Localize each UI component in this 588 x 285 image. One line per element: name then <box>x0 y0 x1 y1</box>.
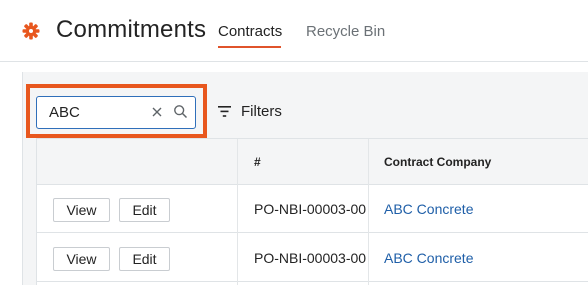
page-header: Commitments Contracts Recycle Bin <box>0 0 588 62</box>
view-button[interactable]: View <box>53 198 110 222</box>
column-header-contract-company[interactable]: Contract Company <box>384 155 491 169</box>
tab-recycle-bin[interactable]: Recycle Bin <box>306 23 385 40</box>
table-row: View Edit PO-NBI-00003-00 ABC Concrete <box>37 185 588 233</box>
active-tab-indicator <box>218 46 281 48</box>
table-row: View Edit PO-NBI-00003-00 ABC Concrete <box>37 234 588 282</box>
column-divider <box>237 139 238 285</box>
contract-company-link[interactable]: ABC Concrete <box>384 201 473 217</box>
edit-button[interactable]: Edit <box>119 247 170 271</box>
page-title: Commitments <box>56 16 207 43</box>
contract-number: PO-NBI-00003-00 <box>254 201 367 217</box>
filters-label: Filters <box>241 103 282 120</box>
search-input[interactable]: ABC <box>36 96 196 129</box>
column-divider <box>368 139 369 285</box>
view-button[interactable]: View <box>53 247 110 271</box>
edit-button[interactable]: Edit <box>119 198 170 222</box>
search-input-value[interactable]: ABC <box>49 104 80 121</box>
search-icon[interactable] <box>173 104 188 119</box>
close-icon[interactable] <box>150 105 164 119</box>
contract-company-link[interactable]: ABC Concrete <box>384 250 473 266</box>
tab-contracts[interactable]: Contracts <box>218 23 282 40</box>
gear-icon <box>22 22 40 40</box>
contracts-table: # Contract Company View Edit PO-NBI-0000… <box>36 138 588 285</box>
filter-icon <box>218 106 231 117</box>
contract-number: PO-NBI-00003-00 <box>254 250 367 266</box>
column-header-number[interactable]: # <box>254 155 261 169</box>
table-header: # Contract Company <box>37 139 588 185</box>
